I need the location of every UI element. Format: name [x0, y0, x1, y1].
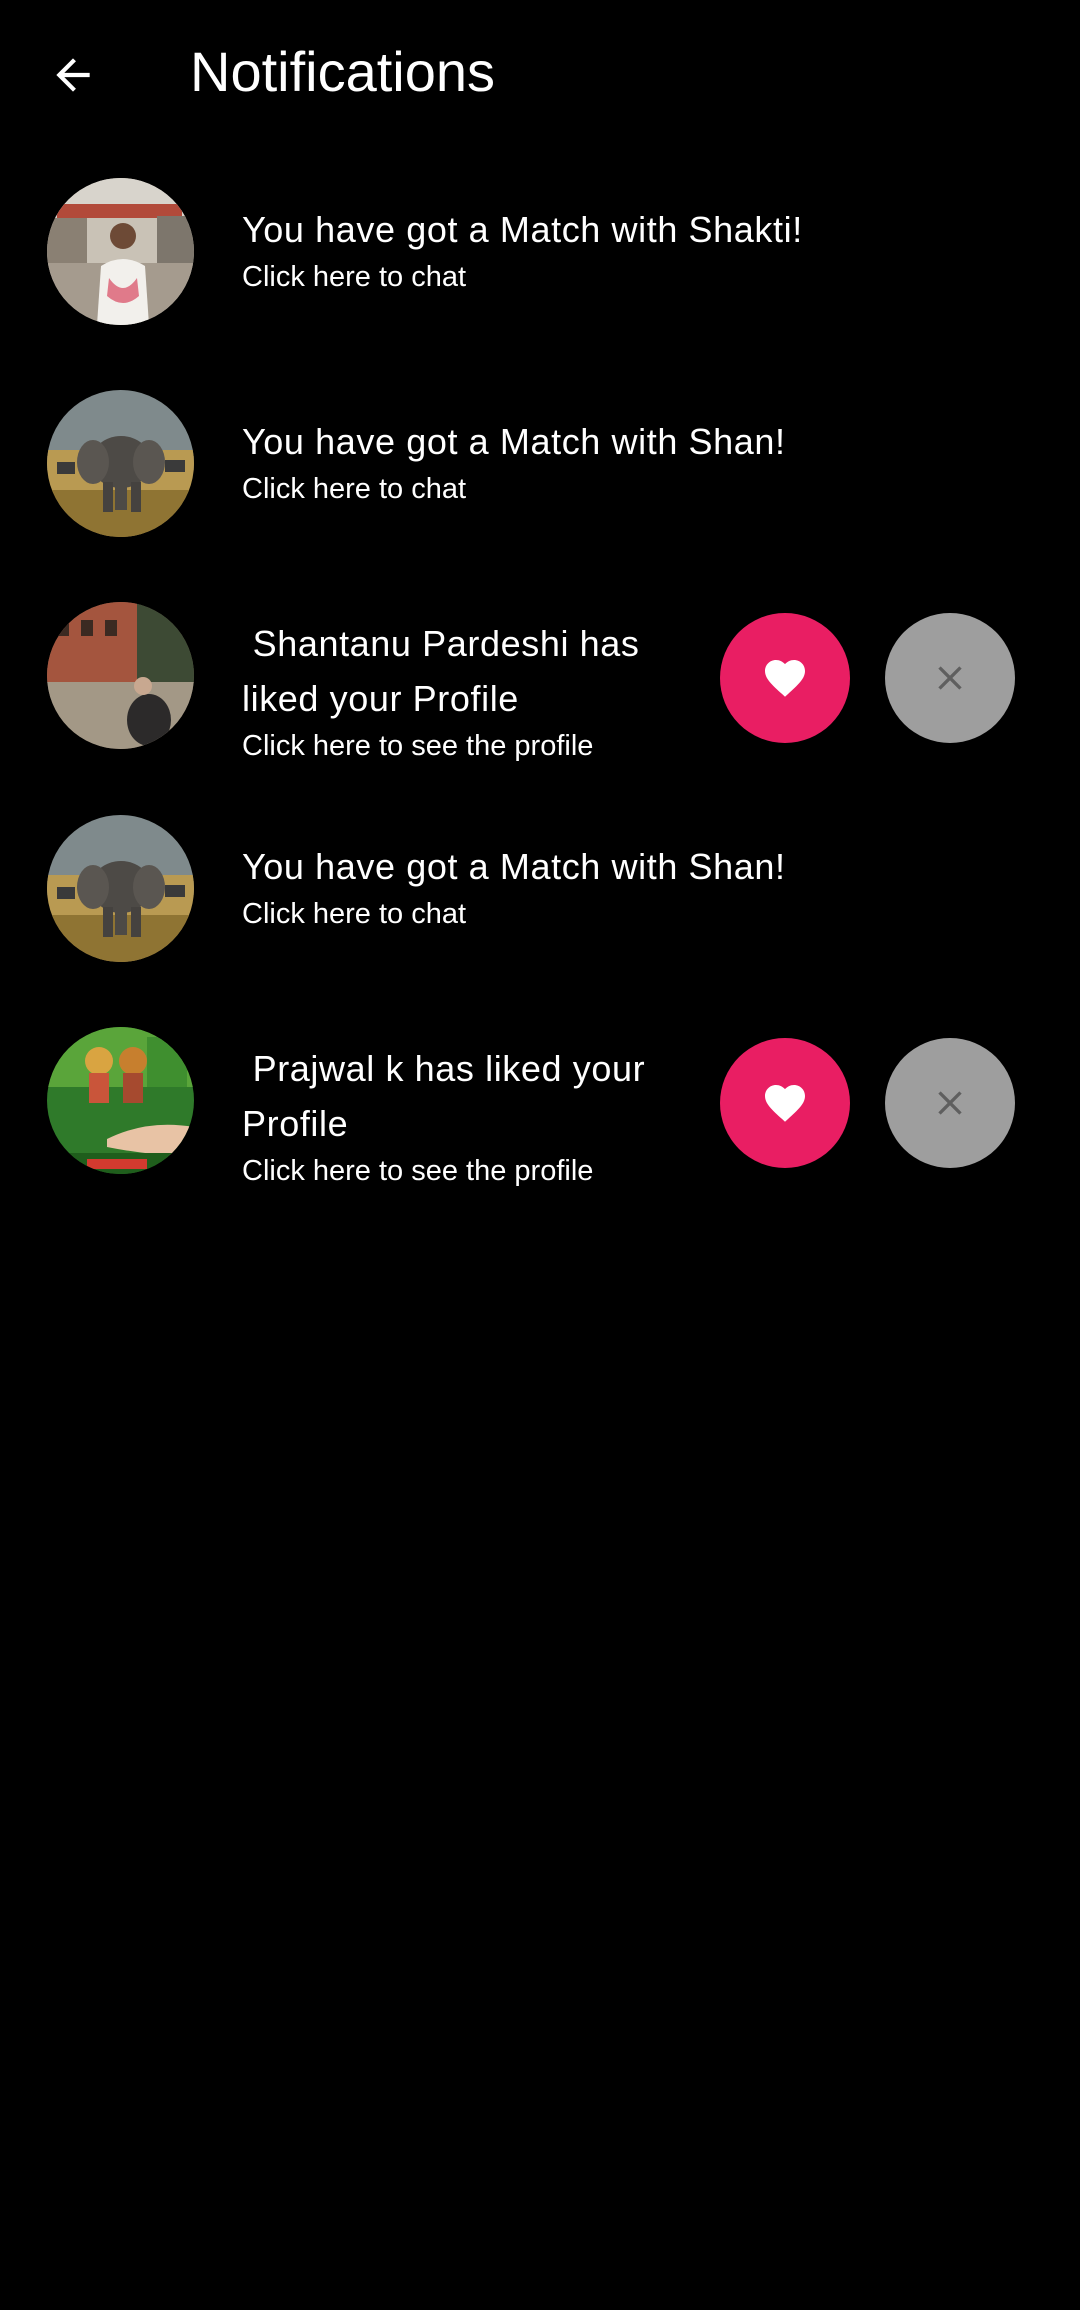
avatar	[47, 178, 194, 325]
notification-subtitle: Click here to see the profile	[242, 730, 594, 762]
dismiss-button[interactable]	[885, 613, 1015, 743]
notification-title: You have got a Match with Shan!	[242, 421, 786, 462]
arrow-left-icon	[56, 58, 90, 92]
notification-item[interactable]: Shantanu Pardeshi has liked your Profile…	[0, 570, 1080, 782]
notification-subtitle: Click here to chat	[242, 473, 467, 505]
heart-icon	[765, 1085, 805, 1122]
notification-title: Prajwal k has liked your Profile	[242, 1048, 656, 1144]
deity-banner-photo	[47, 1027, 194, 1174]
avatar-photo	[47, 178, 194, 325]
notification-title: Shantanu Pardeshi has liked your Profile	[242, 623, 651, 719]
street-photo	[47, 602, 194, 749]
notification-item[interactable]: You have got a Match with Shan! Click he…	[0, 783, 1080, 995]
close-icon	[938, 1091, 962, 1115]
back-button[interactable]	[28, 30, 118, 120]
avatar	[47, 602, 194, 749]
notification-item[interactable]: You have got a Match with Shan! Click he…	[0, 358, 1080, 570]
page-title: Notifications	[190, 40, 496, 103]
notification-subtitle: Click here to see the profile	[242, 1155, 594, 1187]
elephant-photo	[47, 390, 194, 537]
avatar	[47, 390, 194, 537]
avatar	[47, 815, 194, 962]
heart-icon	[765, 660, 805, 697]
notification-subtitle: Click here to chat	[242, 261, 467, 293]
notification-item[interactable]: You have got a Match with Shakti! Click …	[0, 146, 1080, 358]
notification-title: You have got a Match with Shan!	[242, 846, 786, 887]
notification-text: You have got a Match with Shakti! Click …	[242, 202, 1042, 296]
like-button[interactable]	[720, 613, 850, 743]
close-icon	[938, 666, 962, 690]
avatar	[47, 1027, 194, 1174]
notification-text: Prajwal k has liked your Profile Click h…	[242, 1041, 682, 1190]
dismiss-button[interactable]	[885, 1038, 1015, 1168]
notification-text: Shantanu Pardeshi has liked your Profile…	[242, 616, 682, 765]
like-button[interactable]	[720, 1038, 850, 1168]
notification-title: You have got a Match with Shakti!	[242, 209, 803, 250]
notification-subtitle: Click here to chat	[242, 898, 467, 930]
app-bar: Notifications	[0, 0, 1080, 150]
notification-text: You have got a Match with Shan! Click he…	[242, 414, 1042, 508]
elephant-photo	[47, 815, 194, 962]
notification-item[interactable]: Prajwal k has liked your Profile Click h…	[0, 995, 1080, 1207]
notification-text: You have got a Match with Shan! Click he…	[242, 839, 1042, 933]
